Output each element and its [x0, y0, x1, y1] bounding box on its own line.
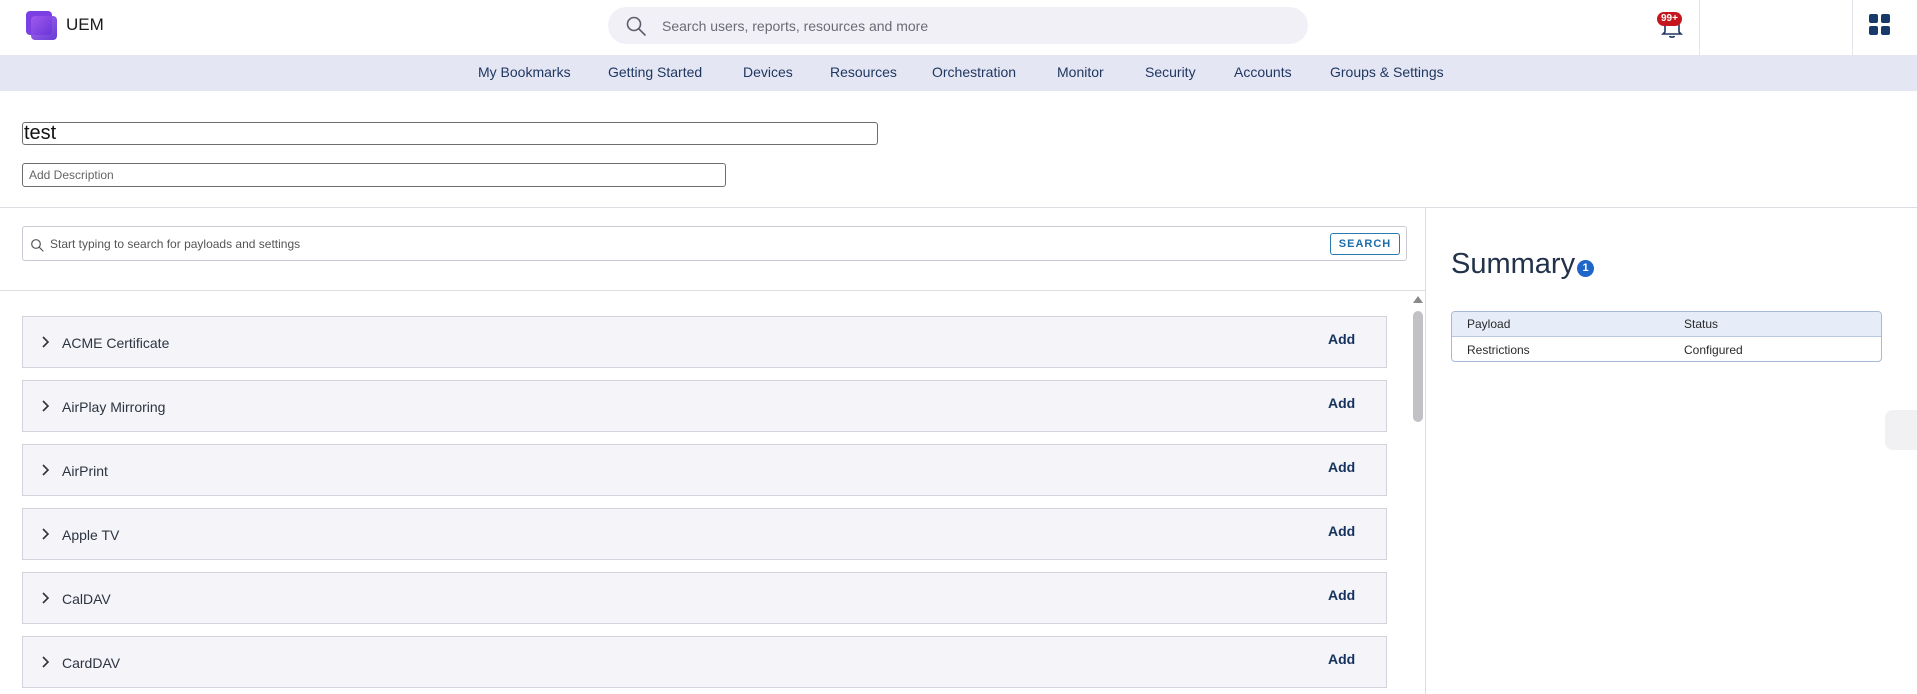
profile-description-field[interactable]	[22, 163, 726, 187]
divider	[0, 290, 1425, 291]
search-icon	[626, 16, 646, 36]
nav-item-accounts[interactable]: Accounts	[1234, 64, 1292, 80]
grid-cell	[1869, 26, 1878, 35]
notification-count-badge: 99+	[1657, 12, 1682, 26]
main-nav: My Bookmarks Getting Started Devices Res…	[0, 55, 1917, 91]
payload-name: ACME Certificate	[62, 335, 170, 351]
chevron-right-icon[interactable]	[41, 655, 51, 669]
column-header-payload: Payload	[1467, 317, 1511, 331]
logo-front-square	[31, 16, 57, 40]
summary-table-header	[1452, 312, 1881, 337]
grid-cell	[1881, 26, 1890, 35]
global-search[interactable]	[608, 7, 1308, 44]
top-bar: UEM 99+	[0, 0, 1917, 55]
search-icon	[31, 239, 44, 252]
add-payload-button[interactable]: Add	[1328, 331, 1355, 347]
app-logo[interactable]	[26, 11, 57, 40]
nav-item-resources[interactable]: Resources	[830, 64, 897, 80]
payload-row-carddav[interactable]: CardDAV Add	[22, 636, 1387, 688]
payload-row-apple-tv[interactable]: Apple TV Add	[22, 508, 1387, 560]
column-header-status: Status	[1684, 317, 1719, 331]
payload-search[interactable]	[22, 226, 1407, 261]
side-panel-toggle[interactable]	[1885, 410, 1917, 450]
chevron-right-icon[interactable]	[41, 399, 51, 413]
nav-item-groups-settings[interactable]: Groups & Settings	[1330, 64, 1444, 80]
add-payload-button[interactable]: Add	[1328, 459, 1355, 475]
payload-name: CardDAV	[62, 655, 121, 671]
payload-row-airprint[interactable]: AirPrint Add	[22, 444, 1387, 496]
grid-cell	[1881, 14, 1890, 23]
scroll-up-arrow-icon[interactable]	[1413, 296, 1423, 303]
chevron-right-icon[interactable]	[41, 527, 51, 541]
payload-row-caldav[interactable]: CalDAV Add	[22, 572, 1387, 624]
app-launcher-grid-icon[interactable]	[1869, 14, 1891, 36]
nav-item-my-bookmarks[interactable]: My Bookmarks	[478, 64, 571, 80]
payload-row-airplay-mirroring[interactable]: AirPlay Mirroring Add	[22, 380, 1387, 432]
add-payload-button[interactable]: Add	[1328, 651, 1355, 667]
payload-search-input[interactable]	[50, 235, 1050, 253]
chevron-right-icon[interactable]	[41, 335, 51, 349]
summary-count-badge: 1	[1577, 260, 1594, 277]
nav-item-security[interactable]: Security	[1145, 64, 1196, 80]
summary-row-status: Configured	[1684, 343, 1743, 357]
payload-search-button[interactable]: SEARCH	[1330, 233, 1400, 255]
summary-title: Summary	[1451, 248, 1576, 280]
chevron-right-icon[interactable]	[41, 463, 51, 477]
global-search-input[interactable]	[662, 15, 1282, 37]
nav-item-orchestration[interactable]: Orchestration	[932, 64, 1016, 80]
chevron-right-icon[interactable]	[41, 591, 51, 605]
add-payload-button[interactable]: Add	[1328, 523, 1355, 539]
payload-name: Apple TV	[62, 527, 120, 543]
payload-name: AirPrint	[62, 463, 108, 479]
header-divider	[1699, 0, 1700, 55]
payload-name: CalDAV	[62, 591, 111, 607]
summary-table: Payload Status Restrictions Configured	[1451, 311, 1882, 362]
divider	[0, 207, 1917, 208]
nav-item-devices[interactable]: Devices	[743, 64, 793, 80]
add-payload-button[interactable]: Add	[1328, 395, 1355, 411]
profile-name-field[interactable]	[22, 122, 878, 145]
panel-divider	[1425, 207, 1426, 694]
scrollbar-thumb[interactable]	[1413, 311, 1423, 422]
grid-cell	[1869, 14, 1878, 23]
add-payload-button[interactable]: Add	[1328, 587, 1355, 603]
payload-name: AirPlay Mirroring	[62, 399, 166, 415]
header-divider	[1852, 0, 1853, 55]
summary-row-payload: Restrictions	[1467, 343, 1530, 357]
app-name: UEM	[66, 15, 104, 34]
nav-item-monitor[interactable]: Monitor	[1057, 64, 1104, 80]
payload-row-acme-certificate[interactable]: ACME Certificate Add	[22, 316, 1387, 368]
nav-item-getting-started[interactable]: Getting Started	[608, 64, 702, 80]
